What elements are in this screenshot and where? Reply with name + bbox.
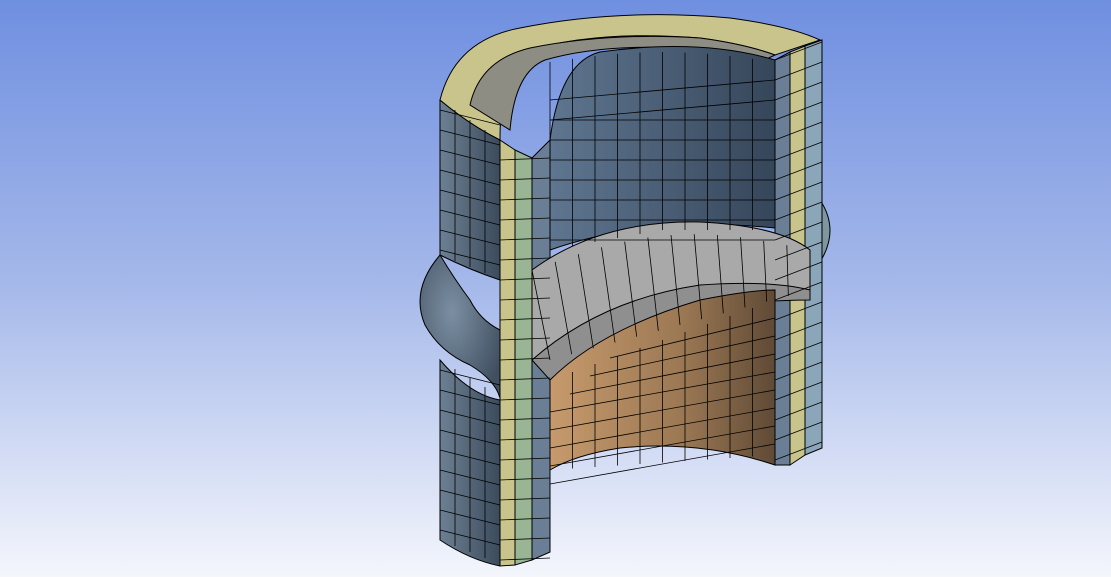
cut-face-left-green [514, 149, 533, 566]
graphics-viewport[interactable] [0, 0, 1111, 577]
cut-face-left-yellow [499, 139, 516, 567]
weld-bulge [419, 254, 501, 399]
mesh-model[interactable] [0, 0, 1111, 577]
